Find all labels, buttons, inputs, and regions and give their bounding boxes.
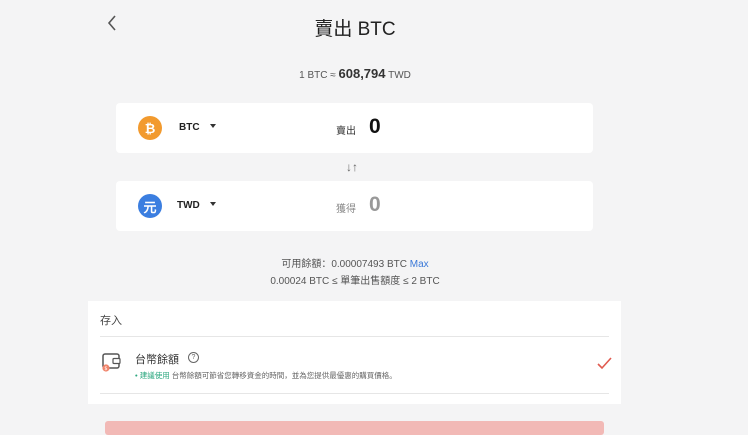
submit-button[interactable] xyxy=(105,421,604,435)
sell-amount-input[interactable]: 0 xyxy=(369,115,381,139)
twd-coin-icon: 元 xyxy=(138,194,162,218)
wallet-icon: $ xyxy=(102,353,121,372)
check-icon xyxy=(597,357,612,370)
sell-card: ₿ BTC 賣出 0 xyxy=(116,103,593,153)
svg-text:$: $ xyxy=(104,366,107,372)
btc-coin-icon: ₿ xyxy=(138,116,162,140)
deposit-description: • 建議使用 台幣餘額可節省您轉移資金的時間，並為您提供最優惠的購買價格。 xyxy=(135,370,397,381)
max-button[interactable]: Max xyxy=(410,259,429,270)
rate-unit: TWD xyxy=(388,70,411,81)
deposit-method-name: 台幣餘額 xyxy=(135,354,179,366)
swap-icon[interactable]: ↓↑ xyxy=(346,160,358,174)
page-title: 賣出 BTC xyxy=(314,19,396,40)
receive-label: 獲得 xyxy=(336,204,356,215)
sell-label: 賣出 xyxy=(336,126,356,137)
help-icon[interactable]: ? xyxy=(188,352,199,363)
receive-amount: 0 xyxy=(369,193,381,216)
divider xyxy=(100,336,609,337)
deposit-panel: 存入 $ 台幣餘額 ? • 建議使用 台幣餘額可節省您轉移資金的時間，並為您提供… xyxy=(88,301,621,404)
rate-prefix: 1 BTC ≈ xyxy=(299,70,339,81)
sell-currency-select[interactable]: BTC xyxy=(179,122,200,133)
sell-limit: 0.00024 BTC ≤ 單筆出售額度 ≤ 2 BTC xyxy=(270,276,440,287)
divider xyxy=(100,393,609,394)
balance-text: 可用餘額：0.00007493 BTC xyxy=(281,259,407,270)
exchange-rate: 1 BTC ≈ 608,794 TWD xyxy=(0,66,710,81)
recommend-label: • 建議使用 xyxy=(135,371,170,380)
available-balance: 可用餘額：0.00007493 BTC Max xyxy=(0,255,710,270)
chevron-down-icon[interactable] xyxy=(210,202,216,206)
receive-currency-select[interactable]: TWD xyxy=(177,200,200,211)
chevron-down-icon[interactable] xyxy=(210,124,216,128)
rate-value: 608,794 xyxy=(338,66,386,81)
deposit-description-text: 台幣餘額可節省您轉移資金的時間，並為您提供最優惠的購買價格。 xyxy=(169,371,397,380)
receive-card: 元 TWD 獲得 0 xyxy=(116,181,593,231)
deposit-heading: 存入 xyxy=(100,315,122,327)
